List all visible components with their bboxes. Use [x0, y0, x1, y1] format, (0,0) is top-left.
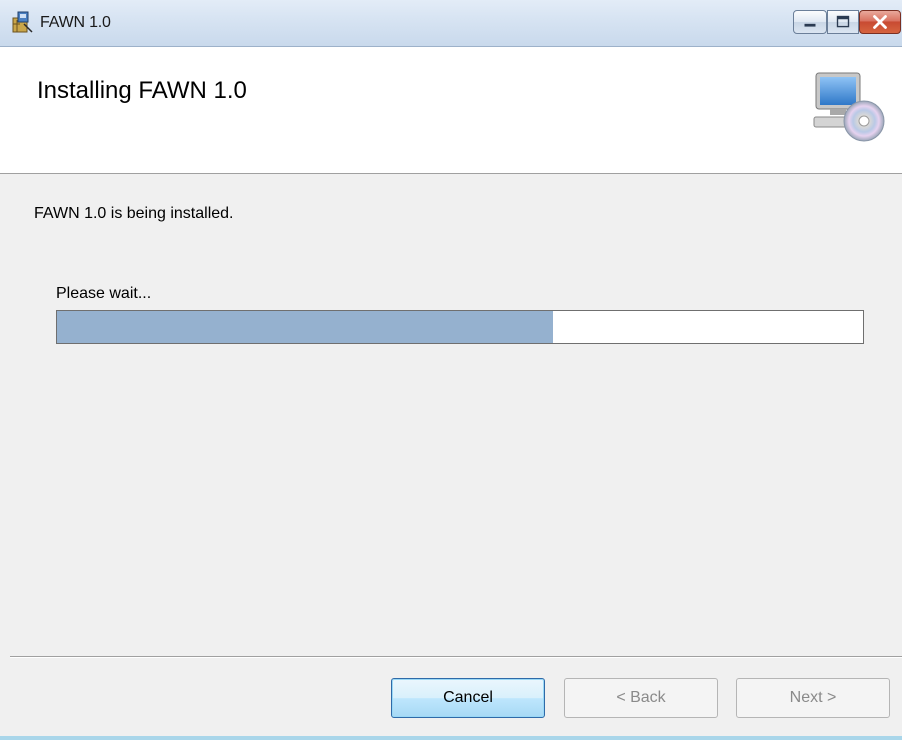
installer-window: FAWN 1.0 Installing FAWN 1.0 FAWN 1.0 is… [0, 0, 902, 740]
back-button[interactable]: < Back [564, 678, 718, 718]
minimize-icon [804, 23, 816, 27]
header-banner: Installing FAWN 1.0 [0, 47, 902, 174]
title-bar[interactable]: FAWN 1.0 [0, 0, 902, 47]
progress-label: Please wait... [56, 285, 152, 302]
cancel-button[interactable]: Cancel [391, 678, 545, 718]
window-bottom-edge [0, 736, 902, 740]
window-title: FAWN 1.0 [40, 14, 111, 31]
maximize-button[interactable] [827, 10, 859, 34]
progress-fill [57, 311, 553, 343]
close-icon [873, 15, 887, 29]
progress-bar [56, 310, 864, 344]
status-message: FAWN 1.0 is being installed. [34, 205, 234, 222]
installer-package-icon [12, 11, 33, 33]
footer-divider [10, 656, 902, 658]
computer-with-disc-icon [813, 72, 885, 142]
page-title: Installing FAWN 1.0 [37, 77, 247, 104]
minimize-button[interactable] [793, 10, 827, 34]
next-button[interactable]: Next > [736, 678, 890, 718]
maximize-icon [836, 15, 850, 28]
close-button[interactable] [859, 10, 901, 34]
